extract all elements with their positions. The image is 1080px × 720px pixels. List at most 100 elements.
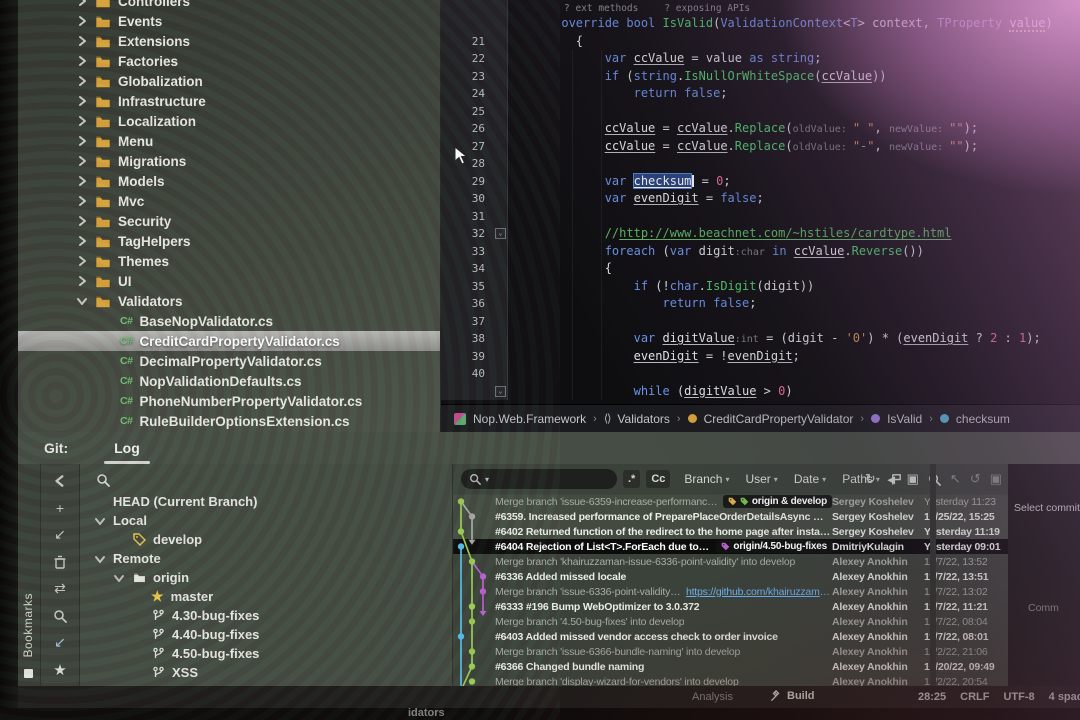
commit-row[interactable]: Merge branch 'issue-6336-point-validity'… xyxy=(453,584,1008,599)
regex-toggle-button[interactable]: .* xyxy=(623,470,640,488)
commit-search-input[interactable]: ▾ xyxy=(461,469,617,489)
tree-folder[interactable]: Localization xyxy=(18,111,440,131)
code-line[interactable]: 40 xyxy=(441,365,1080,383)
code-line[interactable]: 37 xyxy=(441,313,1080,331)
code-line[interactable]: 21 { xyxy=(441,33,1080,51)
tree-folder[interactable]: Mvc xyxy=(18,191,440,211)
code-line[interactable]: 38 var digitValue:int = (digit - '0') * … xyxy=(441,330,1080,348)
code-lines[interactable]: ? ext methods? exposing APIs override bo… xyxy=(441,0,1080,404)
chevron-right-icon[interactable] xyxy=(76,275,88,287)
add-icon[interactable]: + xyxy=(49,497,71,518)
collapse-icon[interactable]: ▣ xyxy=(907,471,919,487)
chevron-down-icon[interactable] xyxy=(94,515,106,527)
delete-icon[interactable] xyxy=(49,551,71,572)
commit-row[interactable]: #6404 Rejection of List<T>.ForEach due t… xyxy=(453,539,1008,554)
refresh-icon[interactable]: ↻ xyxy=(865,471,876,487)
code-line[interactable]: 24 return false; xyxy=(441,85,1080,103)
chevron-right-icon[interactable] xyxy=(76,135,88,147)
filter-branch[interactable]: Branch▾ xyxy=(680,472,733,486)
code-line[interactable]: 34 { xyxy=(441,260,1080,278)
chevron-right-icon[interactable] xyxy=(76,195,88,207)
code-line[interactable]: 26 ccValue = ccValue.Replace(oldValue: "… xyxy=(441,120,1080,138)
fold-marker-icon[interactable]: ⌄ xyxy=(495,386,506,397)
chevron-right-icon[interactable] xyxy=(76,0,88,7)
code-vision-hint[interactable]: ? exposing APIs xyxy=(664,3,750,14)
build-widget[interactable]: Build xyxy=(770,690,815,702)
breadcrumb-item[interactable]: IsValid xyxy=(887,412,922,426)
commit-link[interactable]: https://github.com/khairuzzaman/ xyxy=(686,586,832,598)
chevron-right-icon[interactable] xyxy=(76,155,88,167)
code-line[interactable]: 30 var evenDigit = false; xyxy=(441,190,1080,208)
code-line[interactable]: 31 xyxy=(441,208,1080,226)
branch-item[interactable]: Local xyxy=(80,511,452,530)
branch-item[interactable]: ★master xyxy=(80,587,452,606)
chevron-down-icon[interactable] xyxy=(113,572,125,584)
code-line[interactable]: 35 if (!char.IsDigit(digit)) xyxy=(441,278,1080,296)
commit-row[interactable]: Merge branch '4.50-bug-fixes' into devel… xyxy=(453,614,1008,629)
breadcrumb-item[interactable]: Nop.Web.Framework xyxy=(473,412,586,426)
branch-item[interactable]: origin xyxy=(80,568,452,587)
commit-row[interactable]: #6403 Added missed vendor access check t… xyxy=(453,629,1008,644)
bookmarks-stripe-label[interactable]: Bookmarks xyxy=(21,593,35,658)
chevron-right-icon[interactable] xyxy=(76,35,88,47)
code-editor[interactable]: ? ext methods? exposing APIs override bo… xyxy=(441,0,1080,432)
analysis-widget[interactable]: Analysis xyxy=(692,691,733,703)
commit-row[interactable]: #6336 Added missed localeAlexey Anokhin1… xyxy=(453,569,1008,584)
branch-item[interactable]: develop xyxy=(80,530,452,549)
chevron-right-icon[interactable] xyxy=(76,15,88,27)
commit-row[interactable]: Merge branch 'issue-6359-increase-perfor… xyxy=(453,494,1008,509)
code-line[interactable]: 28 xyxy=(441,155,1080,173)
chevron-right-icon[interactable] xyxy=(76,235,88,247)
tree-folder[interactable]: Security xyxy=(18,211,440,231)
code-line[interactable]: 36 return false; xyxy=(441,295,1080,313)
branch-item[interactable]: HEAD (Current Branch) xyxy=(80,492,452,511)
code-line[interactable]: 33 foreach (var digit:char in ccValue.Re… xyxy=(441,243,1080,261)
chevron-right-icon[interactable] xyxy=(76,115,88,127)
bookmarks-icon[interactable] xyxy=(24,669,33,678)
hide-panel-icon[interactable] xyxy=(49,470,71,491)
tree-folder[interactable]: Globalization xyxy=(18,71,440,91)
branch-item[interactable]: 4.30-bug-fixes xyxy=(80,606,452,625)
breadcrumb-item[interactable]: Validators xyxy=(617,412,669,426)
code-line[interactable]: ? ext methods ? exposing APIs xyxy=(441,0,1080,15)
compare-icon[interactable]: ⇄ xyxy=(49,578,71,599)
chevron-right-icon[interactable] xyxy=(76,55,88,67)
breadcrumb-item[interactable]: checksum xyxy=(956,412,1010,426)
code-line[interactable]: 22 var ccValue = value as string; xyxy=(441,50,1080,68)
code-line[interactable]: 25 xyxy=(441,103,1080,121)
code-line[interactable]: 29 var checksum = 0; xyxy=(441,173,1080,191)
settings-icon[interactable]: ▣ xyxy=(990,471,1002,487)
branch-item[interactable]: 4.40-bug-fixes xyxy=(80,625,452,644)
chevron-down-icon[interactable] xyxy=(94,553,106,565)
tab-git-log[interactable]: Log xyxy=(106,440,148,456)
caret-position[interactable]: 28:25 xyxy=(918,691,946,703)
commit-list-scrollbar[interactable] xyxy=(930,464,936,686)
tree-file[interactable]: C#BaseNopValidator.cs xyxy=(18,311,440,331)
tree-file[interactable]: C#NopValidationDefaults.cs xyxy=(18,371,440,391)
branch-item[interactable]: 4.50-bug-fixes xyxy=(80,644,452,663)
tree-folder[interactable]: Models xyxy=(18,171,440,191)
code-line[interactable]: 27 ccValue = ccValue.Replace(oldValue: "… xyxy=(441,138,1080,156)
tree-folder[interactable]: Events xyxy=(18,11,440,31)
commit-row[interactable]: #6366 Changed bundle namingAlexey Anokhi… xyxy=(453,659,1008,674)
code-vision-hint[interactable]: ? ext methods xyxy=(564,3,638,14)
breadcrumb-item[interactable]: CreditCardPropertyValidator xyxy=(704,412,854,426)
chevron-down-icon[interactable] xyxy=(76,295,88,307)
play-back-icon[interactable]: ◄ xyxy=(885,472,898,487)
code-line[interactable]: 39 evenDigit = !evenDigit; xyxy=(441,348,1080,366)
commit-row[interactable]: Merge branch 'issue-6366-bundle-naming' … xyxy=(453,644,1008,659)
chevron-right-icon[interactable] xyxy=(76,255,88,267)
commit-row[interactable]: #6359. Increased performance of PrepareP… xyxy=(453,509,1008,524)
code-line[interactable]: 23 if (string.IsNullOrWhiteSpace(ccValue… xyxy=(441,68,1080,86)
commit-row[interactable]: #6333 #196 Bump WebOptimizer to 3.0.372A… xyxy=(453,599,1008,614)
chevron-right-icon[interactable] xyxy=(76,95,88,107)
commit-row[interactable]: Merge branch 'khairuzzaman-issue-6336-po… xyxy=(453,554,1008,569)
tree-folder[interactable]: TagHelpers xyxy=(18,231,440,251)
filter-date[interactable]: Date▾ xyxy=(790,472,830,486)
update-icon[interactable]: ↙ xyxy=(49,632,71,653)
file-encoding[interactable]: UTF-8 xyxy=(1003,691,1034,703)
tree-folder[interactable]: Migrations xyxy=(18,151,440,171)
tree-folder[interactable]: Extensions xyxy=(18,31,440,51)
checkout-icon[interactable]: ↙ xyxy=(49,524,71,545)
restore-icon[interactable]: ↺ xyxy=(970,471,981,487)
